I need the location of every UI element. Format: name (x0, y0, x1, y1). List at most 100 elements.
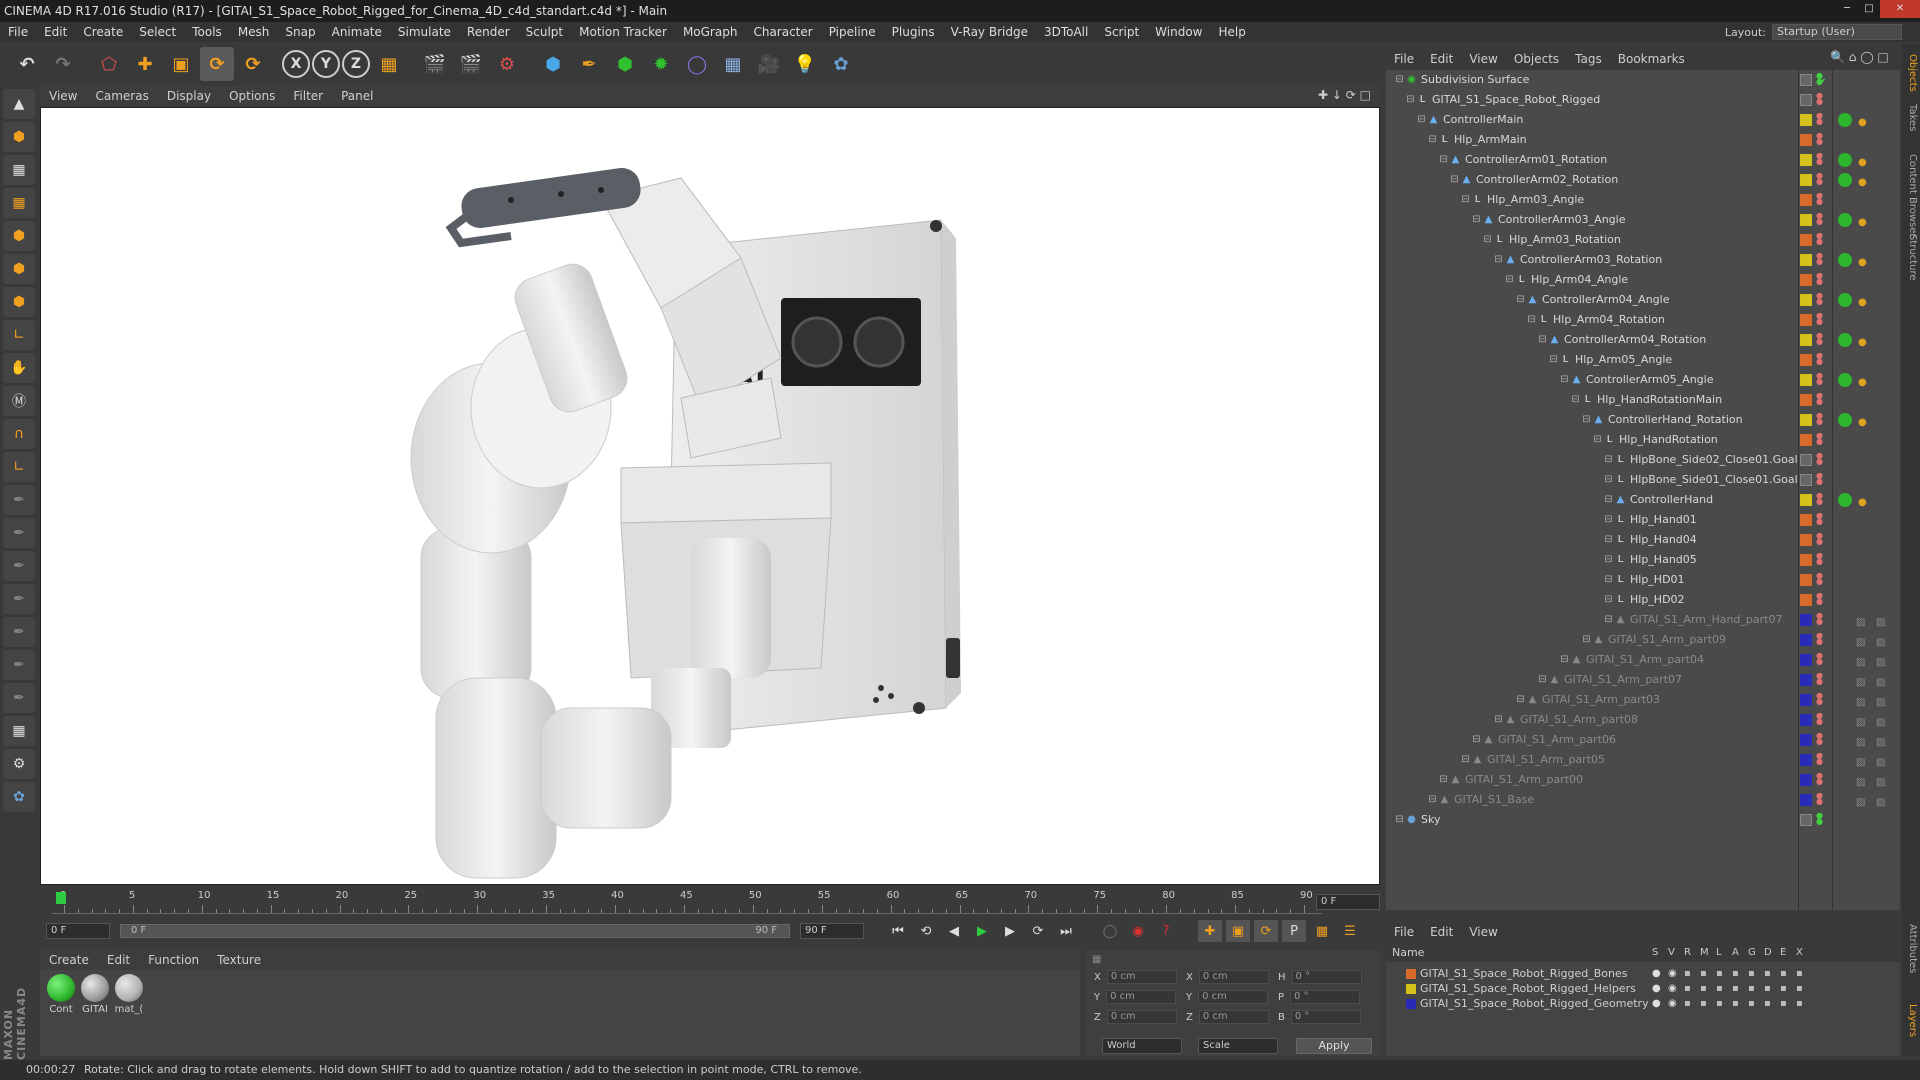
key-parameter-icon[interactable]: P (1282, 920, 1306, 942)
expand-toggle-icon[interactable]: ⊟ (1394, 814, 1405, 825)
material-swatch[interactable]: mat_( (114, 974, 144, 1015)
menu-render[interactable]: Render (459, 25, 518, 39)
object-row[interactable]: ⊟ ▲ ControllerArm05_Angle ● ● ● (1386, 370, 1900, 390)
playhead[interactable] (56, 892, 66, 904)
camera-icon[interactable]: 🎥 (752, 47, 786, 81)
z-axis-button[interactable]: Z (342, 50, 370, 78)
texture-mode-icon[interactable]: ▦ (3, 155, 35, 185)
object-row[interactable]: ⊟ ▲ GITAI_S1_Arm_part00 ● ● ▨ ▨ (1386, 770, 1900, 790)
expand-toggle-icon[interactable]: ⊟ (1537, 674, 1548, 685)
layer-color-swatch[interactable] (1800, 194, 1812, 206)
expand-toggle-icon[interactable]: ⊟ (1405, 94, 1416, 105)
workplane-icon[interactable]: ▦ (3, 188, 35, 218)
expand-toggle-icon[interactable]: ⊟ (1581, 414, 1592, 425)
object-row[interactable]: ⊟ L Hlp_HandRotation ● ● (1386, 430, 1900, 450)
constraint-tag-icon[interactable] (1838, 293, 1852, 307)
side-tab-structure[interactable]: Structure (1904, 234, 1918, 281)
layer-color-swatch[interactable] (1406, 999, 1416, 1009)
texture-tag-icon[interactable]: ▨ (1856, 753, 1868, 768)
coordinate-value-field[interactable]: 0 cm (1198, 1010, 1269, 1024)
layer-color-swatch[interactable] (1800, 134, 1812, 146)
object-row[interactable]: ⊟ L Hlp_Hand04 ● ● (1386, 530, 1900, 550)
layer-toggle-icon[interactable]: ▪ (1732, 981, 1739, 996)
constraint-tag-icon[interactable] (1838, 113, 1852, 127)
coordinate-value-field[interactable]: 0 ° (1290, 990, 1361, 1004)
object-row[interactable]: ⊟ ▲ GITAI_S1_Arm_part06 ● ● ▨ ▨ (1386, 730, 1900, 750)
recent-tool-icon[interactable]: ⟳ (236, 47, 270, 81)
visibility-dots[interactable]: ● ● (1816, 212, 1823, 226)
ik-tag-icon[interactable]: ● (1858, 173, 1870, 188)
object-row[interactable]: ⊟ ▲ ControllerArm03_Angle ● ● ● (1386, 210, 1900, 230)
visibility-dots[interactable]: ● ● (1816, 372, 1823, 386)
coordinate-value-field[interactable]: 0 cm (1198, 970, 1269, 984)
expand-toggle-icon[interactable]: ⊟ (1449, 174, 1460, 185)
layer-color-swatch[interactable] (1800, 614, 1812, 626)
render-picture-viewer-icon[interactable]: 🎬 (454, 47, 488, 81)
layer-toggle-icon[interactable]: ● (1652, 996, 1661, 1011)
layer-color-swatch[interactable] (1800, 734, 1812, 746)
layer-menu-edit[interactable]: Edit (1422, 925, 1461, 939)
texture-tag-icon[interactable]: ▨ (1856, 673, 1868, 688)
subdivision-icon[interactable]: ⬢ (608, 47, 642, 81)
sculpt-brush-3-icon[interactable]: ✒ (3, 551, 35, 581)
render-settings-icon[interactable]: ⚙ (490, 47, 524, 81)
sculpt-brush-6-icon[interactable]: ✒ (3, 650, 35, 680)
key-position-icon[interactable]: ✚ (1198, 920, 1222, 942)
layer-toggle-icon[interactable]: ▪ (1764, 966, 1771, 981)
close-button[interactable]: ✕ (1880, 0, 1920, 18)
side-tab-takes[interactable]: Takes (1904, 104, 1918, 131)
object-row[interactable]: ⊟ ● Sky ● ● (1386, 810, 1900, 830)
deformer-icon[interactable]: ◯ (680, 47, 714, 81)
workplane-axis-icon[interactable]: ∟ (3, 452, 35, 482)
object-menu-objects[interactable]: Objects (1506, 52, 1567, 66)
object-row[interactable]: ⊟ ▲ ControllerHand_Rotation ● ● ● (1386, 410, 1900, 430)
prev-frame-icon[interactable]: ◀ (942, 920, 966, 942)
layer-color-swatch[interactable] (1800, 714, 1812, 726)
maximize-button[interactable]: □ (1858, 0, 1880, 18)
visibility-dots[interactable]: ● ● (1816, 92, 1823, 106)
ik-tag-icon[interactable]: ● (1858, 413, 1870, 428)
expand-toggle-icon[interactable]: ⊟ (1438, 154, 1449, 165)
visibility-dots[interactable]: ● ● (1816, 192, 1823, 206)
layer-color-swatch[interactable] (1800, 254, 1812, 266)
viewport-menu-filter[interactable]: Filter (284, 89, 332, 103)
object-row[interactable]: ⊟ ▲ ControllerArm04_Angle ● ● ● (1386, 290, 1900, 310)
expand-toggle-icon[interactable]: ⊟ (1416, 114, 1427, 125)
layer-toggle-icon[interactable]: ▪ (1748, 981, 1755, 996)
viewport-menu-panel[interactable]: Panel (332, 89, 382, 103)
object-row[interactable]: ⊟ L Hlp_ArmMain ● ● (1386, 130, 1900, 150)
object-menu-file[interactable]: File (1386, 52, 1422, 66)
layer-color-swatch[interactable] (1800, 494, 1812, 506)
menu-window[interactable]: Window (1147, 25, 1210, 39)
object-row[interactable]: ⊟ ▲ ControllerArm04_Rotation ● ● ● (1386, 330, 1900, 350)
object-row[interactable]: ⊟ ▲ GITAI_S1_Arm_part09 ● ● ▨ ▨ (1386, 630, 1900, 650)
expand-toggle-icon[interactable]: ⊟ (1603, 514, 1614, 525)
layer-color-swatch[interactable] (1800, 694, 1812, 706)
layer-color-swatch[interactable] (1800, 334, 1812, 346)
go-to-start-icon[interactable]: ⏮ (886, 920, 910, 942)
expand-toggle-icon[interactable]: ⊟ (1559, 374, 1570, 385)
layer-row[interactable]: GITAI_S1_Space_Robot_Rigged_Bones ● ◉ ▪ ▪ ▪ ▪ ▪… (1386, 966, 1900, 981)
menu-help[interactable]: Help (1210, 25, 1253, 39)
ik-tag-icon[interactable]: ● (1858, 493, 1870, 508)
layer-color-swatch[interactable] (1800, 574, 1812, 586)
layer-color-swatch[interactable] (1800, 514, 1812, 526)
layer-color-swatch[interactable] (1800, 274, 1812, 286)
visibility-dots[interactable]: ● ● (1816, 152, 1823, 166)
visibility-dots[interactable]: ● ● (1816, 332, 1823, 346)
expand-toggle-icon[interactable]: ⊟ (1427, 134, 1438, 145)
sculpt-brush-2-icon[interactable]: ✒ (3, 518, 35, 548)
object-row[interactable]: ⊟ L Hlp_HandRotationMain ● ● (1386, 390, 1900, 410)
layer-color-swatch[interactable] (1800, 94, 1812, 106)
object-row[interactable]: ⊟ ▲ ControllerHand ● ● ● (1386, 490, 1900, 510)
material-menu-create[interactable]: Create (40, 953, 98, 967)
expand-toggle-icon[interactable]: ⊟ (1493, 254, 1504, 265)
expand-toggle-icon[interactable]: ⊟ (1603, 594, 1614, 605)
expand-toggle-icon[interactable]: ⊟ (1471, 214, 1482, 225)
phong-tag-icon[interactable]: ▨ (1876, 753, 1888, 768)
layer-color-swatch[interactable] (1406, 969, 1416, 979)
layer-color-swatch[interactable] (1800, 594, 1812, 606)
coordinate-system-icon[interactable]: ▦ (372, 47, 406, 81)
visibility-dots[interactable]: ● ● (1816, 752, 1823, 766)
edges-mode-icon[interactable]: ⬢ (3, 254, 35, 284)
